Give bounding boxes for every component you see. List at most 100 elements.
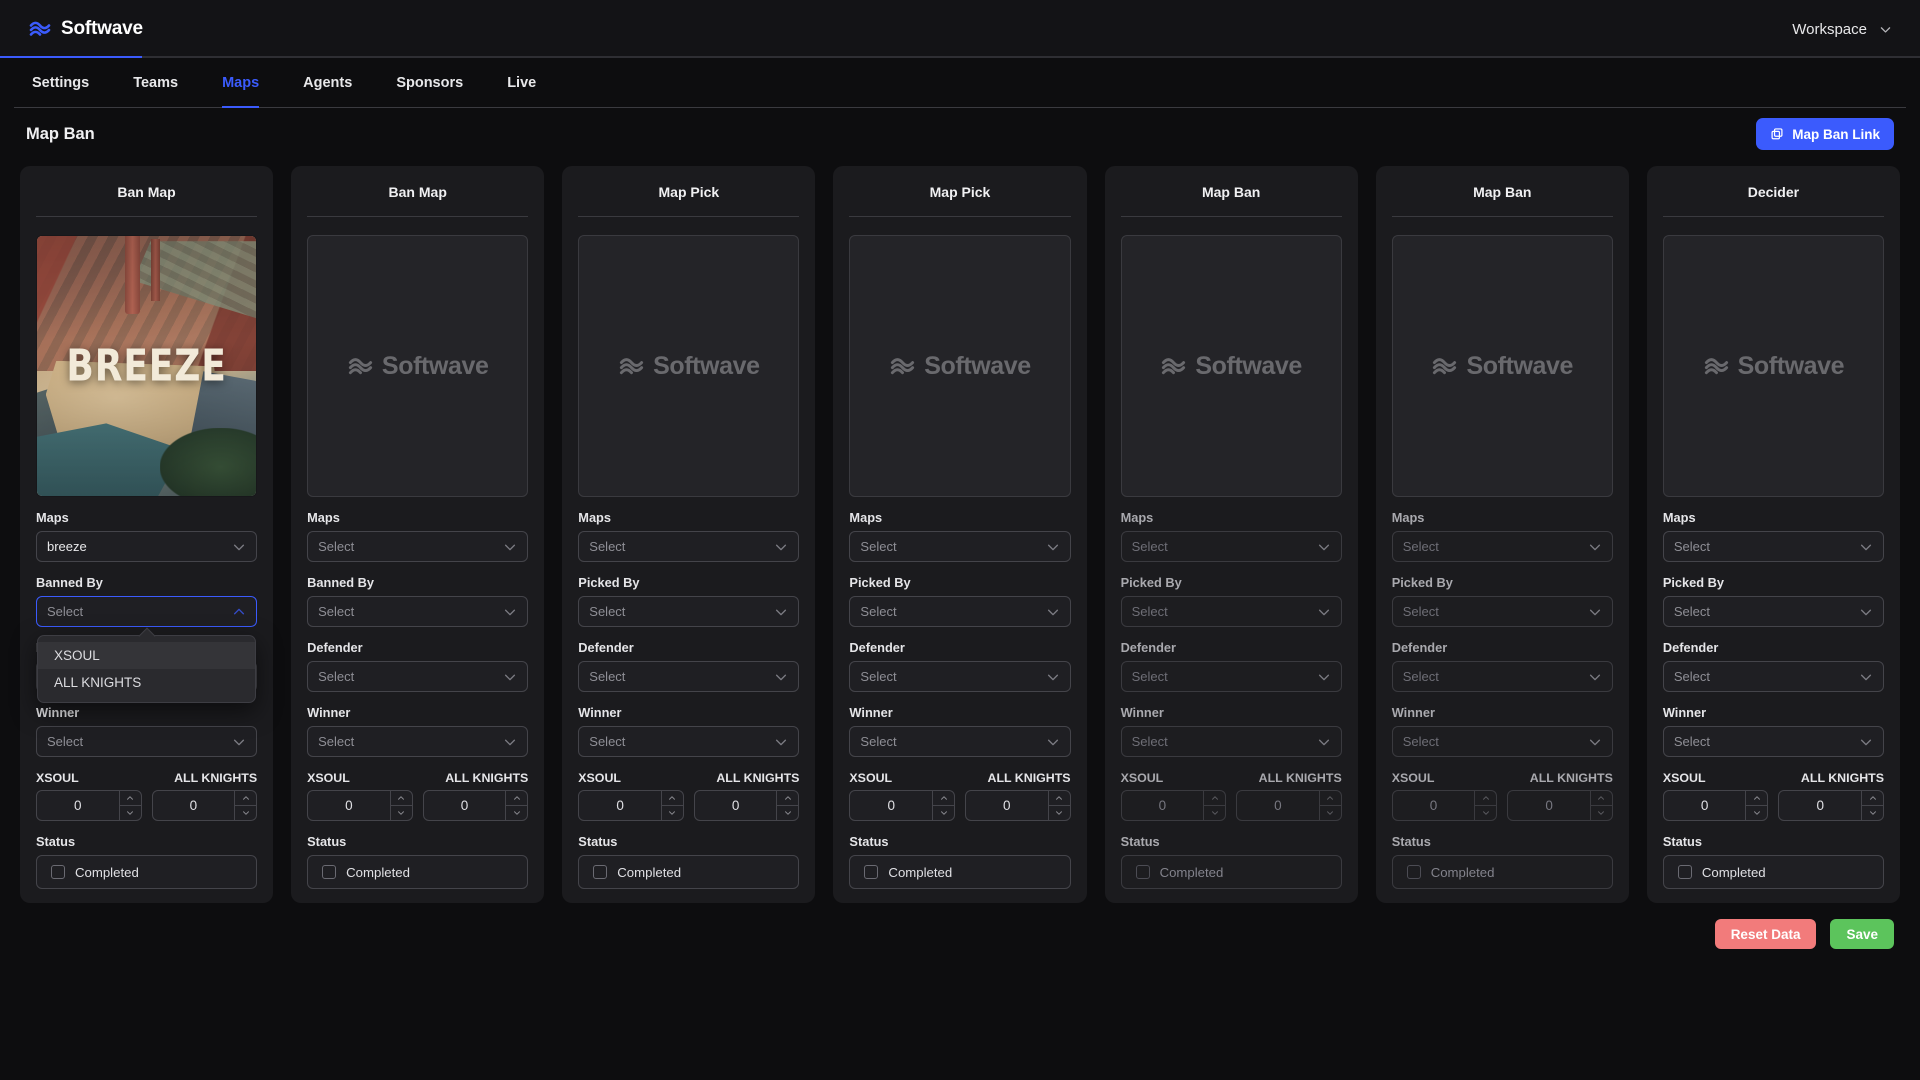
stepper-decrement[interactable] [1048,805,1070,820]
defender-select[interactable]: Select [1662,661,1884,692]
brand[interactable]: Softwave [28,17,143,41]
score-stepper-right[interactable]: 0 [1236,790,1342,821]
actor-select[interactable]: Select [1391,596,1613,627]
status-completed-checkbox[interactable]: Completed [578,855,800,889]
defender-select[interactable]: Select [578,661,800,692]
dropdown-option[interactable]: ALL KNIGHTS [38,669,255,696]
actor-select[interactable]: Select [849,596,1071,627]
stepper-decrement[interactable] [1204,805,1226,820]
stepper-increment[interactable] [120,791,141,805]
score-stepper-right[interactable]: 0 [1778,790,1884,821]
stepper-decrement[interactable] [1475,805,1497,820]
tab-maps[interactable]: Maps [200,58,281,108]
winner-select[interactable]: Select [307,726,529,757]
save-button[interactable]: Save [1830,919,1894,949]
winner-select[interactable]: Select [1662,726,1884,757]
map-thumbnail[interactable]: BREEZE [36,235,258,497]
stepper-increment[interactable] [777,791,798,805]
score-stepper-left[interactable]: 0 [307,790,413,821]
tab-settings[interactable]: Settings [10,58,111,108]
stepper-increment[interactable] [1475,791,1496,805]
stepper-decrement[interactable] [119,805,141,820]
stepper-increment[interactable] [1204,791,1225,805]
status-completed-checkbox[interactable]: Completed [1120,855,1342,889]
winner-select[interactable]: Select [36,726,258,757]
stepper-decrement[interactable] [235,805,257,820]
stepper-increment[interactable] [1591,791,1612,805]
stepper-increment[interactable] [933,791,954,805]
score-stepper-left[interactable]: 0 [1391,790,1498,821]
stepper-decrement[interactable] [661,805,683,820]
winner-select[interactable]: Select [578,726,800,757]
stepper-increment[interactable] [662,791,683,805]
stepper-increment[interactable] [1049,791,1070,805]
status-completed-checkbox[interactable]: Completed [307,855,529,889]
map-thumbnail[interactable]: Softwave [1391,235,1613,497]
score-stepper-right[interactable]: 0 [693,790,800,821]
stepper-increment[interactable] [1746,791,1767,805]
stepper-decrement[interactable] [1862,805,1883,820]
status-completed-checkbox[interactable]: Completed [1391,855,1613,889]
defender-select[interactable]: Select [1391,661,1613,692]
stepper-decrement[interactable] [777,805,799,820]
tab-teams[interactable]: Teams [111,58,200,108]
maps-select[interactable]: Select [1662,531,1884,562]
stepper-increment[interactable] [391,791,412,805]
score-stepper-left[interactable]: 0 [36,790,142,821]
stepper-increment[interactable] [235,791,256,805]
defender-select[interactable]: Select [307,661,529,692]
map-thumbnail[interactable]: Softwave [578,235,800,497]
actor-select[interactable]: Select [578,596,800,627]
stepper-increment[interactable] [1862,791,1883,805]
select-value: Select [1673,539,1710,554]
actor-select[interactable]: Select XSOUL ALL KNIGHTS [36,596,258,703]
score-stepper-left[interactable]: 0 [578,790,684,821]
actor-select[interactable]: Select [1120,596,1342,627]
actor-select[interactable]: Select [307,596,529,627]
reset-data-button[interactable]: Reset Data [1714,919,1817,949]
winner-select[interactable]: Select [849,726,1071,757]
maps-select[interactable]: Select [1120,531,1342,562]
stepper-decrement[interactable] [1746,805,1768,820]
status-completed-checkbox[interactable]: Completed [849,855,1071,889]
map-thumbnail[interactable]: Softwave [307,235,529,497]
maps-select[interactable]: breeze [36,531,258,562]
workspace-menu[interactable]: Workspace [1792,21,1892,38]
score-stepper-left[interactable]: 0 [1662,790,1769,821]
stepper-decrement[interactable] [390,805,412,820]
maps-select[interactable]: Select [1391,531,1613,562]
score-stepper-right[interactable]: 0 [1507,790,1613,821]
stepper-decrement[interactable] [506,805,528,820]
winner-select[interactable]: Select [1391,726,1613,757]
map-thumbnail[interactable]: Softwave [1662,235,1884,497]
map-thumbnail[interactable]: Softwave [849,235,1071,497]
card-divider [307,216,529,217]
tab-agents[interactable]: Agents [281,58,374,108]
stepper-decrement[interactable] [1590,805,1612,820]
actor-select[interactable]: Select [1662,596,1884,627]
score-stepper-right[interactable]: 0 [151,790,258,821]
stepper-decrement[interactable] [1319,805,1341,820]
dropdown-option[interactable]: XSOUL [38,642,256,669]
winner-select[interactable]: Select [1120,726,1342,757]
maps-select[interactable]: Select [849,531,1071,562]
status-completed-checkbox[interactable]: Completed [1662,855,1884,889]
status-completed-checkbox[interactable]: Completed [36,855,258,889]
stepper-increment[interactable] [506,791,527,805]
stepper-decrement[interactable] [933,805,954,820]
defender-select[interactable]: Select [1120,661,1342,692]
map-thumbnail[interactable]: Softwave [1120,235,1342,497]
tab-live[interactable]: Live [485,58,558,108]
score-stepper-left[interactable]: 0 [849,790,955,821]
defender-select[interactable]: Select [849,661,1071,692]
tab-sponsors[interactable]: Sponsors [374,58,485,108]
score-stepper-right[interactable]: 0 [422,790,529,821]
map-ban-link-button[interactable]: Map Ban Link [1756,118,1894,150]
select-value: Select [589,604,626,619]
maps-select[interactable]: Select [307,531,529,562]
stepper-increment[interactable] [1320,791,1341,805]
score-stepper-left[interactable]: 0 [1120,790,1227,821]
maps-select[interactable]: Select [578,531,800,562]
wave-logo-icon [1704,357,1728,374]
score-stepper-right[interactable]: 0 [965,790,1071,821]
